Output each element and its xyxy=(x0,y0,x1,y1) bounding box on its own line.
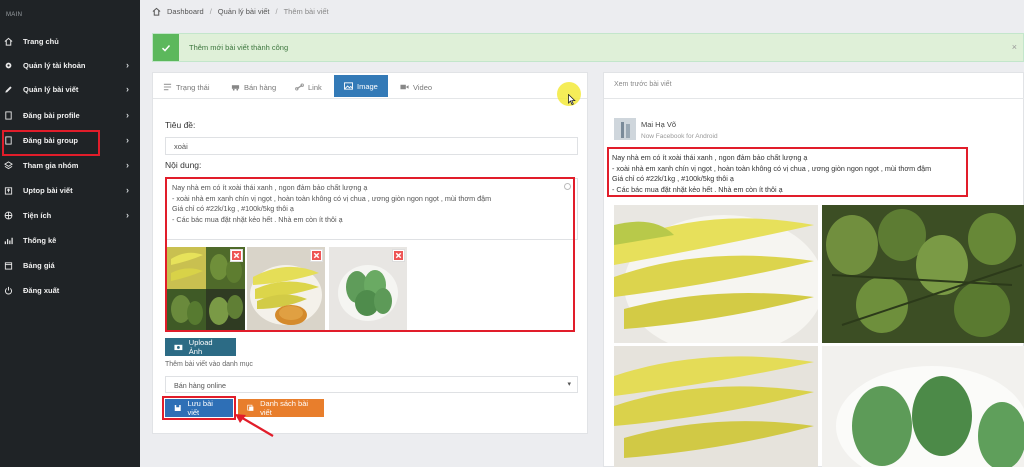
sidebar-item-group-post[interactable]: Đăng bài group › xyxy=(0,129,140,156)
annotation-arrow-icon xyxy=(235,414,274,437)
chevron-right-icon: › xyxy=(126,185,129,195)
chevron-right-icon: › xyxy=(126,110,129,120)
breadcrumb-dashboard[interactable]: Dashboard xyxy=(167,7,204,16)
chevron-right-icon: › xyxy=(126,135,129,145)
caret-down-icon: ▾ xyxy=(567,381,571,388)
sidebar-item-profile-post[interactable]: Đăng bài profile › xyxy=(0,104,140,126)
sidebar-item-utilities[interactable]: Tiện ích › xyxy=(0,204,140,226)
title-input[interactable]: xoài xyxy=(165,137,578,155)
sidebar-item-label: Trang chủ xyxy=(23,36,59,46)
breadcrumb: Dashboard / Quản lý bài viết / Thêm bài … xyxy=(152,5,329,17)
home-icon xyxy=(3,36,13,46)
title-label: Tiêu đề: xyxy=(165,120,196,130)
upload-image-button[interactable]: Upload Ảnh xyxy=(165,338,236,356)
sidebar-item-join-group[interactable]: Tham gia nhóm › xyxy=(0,154,140,176)
avatar xyxy=(614,118,636,140)
document-icon xyxy=(3,110,13,120)
sidebar-item-account[interactable]: Quản lý tài khoản › xyxy=(0,54,140,76)
chevron-right-icon: › xyxy=(126,160,129,170)
power-icon xyxy=(3,285,13,295)
mouse-pointer-icon xyxy=(568,94,576,105)
post-form-panel: Trạng thái Bán hàng Link Image Video Tiê… xyxy=(152,72,588,434)
tab-image[interactable]: Image xyxy=(334,75,388,97)
status-icon xyxy=(163,83,172,91)
content-label: Nội dung: xyxy=(165,160,202,170)
sidebar: MAIN Trang chủ Quản lý tài khoản › Quản … xyxy=(0,0,140,467)
upload-icon xyxy=(3,185,13,195)
success-alert: Thêm mới bài viết thành công × xyxy=(152,33,1024,62)
tab-video[interactable]: Video xyxy=(400,77,432,97)
sidebar-item-stats[interactable]: Thống kê xyxy=(0,229,140,251)
sidebar-item-label: Quản lý bài viết xyxy=(23,84,79,94)
preview-title: Xem trước bài viết xyxy=(604,73,1024,99)
preview-meta: Now Facebook for Android xyxy=(641,133,718,140)
home-icon xyxy=(152,7,161,16)
sidebar-item-label: Đăng xuất xyxy=(23,285,60,295)
sidebar-item-uptop[interactable]: Uptop bài viết › xyxy=(0,179,140,201)
car-icon xyxy=(231,85,240,91)
globe-icon xyxy=(3,210,13,220)
sidebar-item-label: Bảng giá xyxy=(23,260,55,270)
sidebar-section-label: MAIN xyxy=(6,12,23,18)
alert-message: Thêm mới bài viết thành công xyxy=(189,43,289,52)
breadcrumb-current: Thêm bài viết xyxy=(283,6,329,16)
preview-photo xyxy=(822,205,1024,343)
sidebar-item-posts[interactable]: Quản lý bài viết › xyxy=(0,78,140,100)
layers-icon xyxy=(3,160,13,170)
sidebar-item-home[interactable]: Trang chủ xyxy=(0,30,140,52)
link-icon xyxy=(295,83,304,91)
post-type-tabs: Trạng thái Bán hàng Link Image Video xyxy=(153,73,587,99)
check-icon xyxy=(153,34,179,61)
category-label: Thêm bài viết vào danh mục xyxy=(165,361,253,368)
preview-author: Mai Hạ Võ xyxy=(641,120,677,129)
gear-icon xyxy=(3,60,13,70)
annotation-box xyxy=(607,147,968,197)
chart-icon xyxy=(3,235,13,245)
tab-link[interactable]: Link xyxy=(295,77,322,97)
sidebar-item-label: Tiện ích xyxy=(23,210,52,220)
sidebar-item-label: Đăng bài group xyxy=(23,135,78,145)
calendar-icon xyxy=(3,260,13,270)
sidebar-item-label: Đăng bài profile xyxy=(23,110,80,120)
close-icon[interactable]: × xyxy=(1012,42,1017,52)
chevron-right-icon: › xyxy=(126,210,129,220)
sidebar-item-logout[interactable]: Đăng xuất xyxy=(0,279,140,301)
tab-sales[interactable]: Bán hàng xyxy=(231,77,276,97)
post-preview-panel: Xem trước bài viết Mai Hạ Võ Now Faceboo… xyxy=(603,72,1024,467)
sidebar-item-pricing[interactable]: Bảng giá xyxy=(0,254,140,276)
camera-icon xyxy=(174,344,183,351)
chevron-right-icon: › xyxy=(126,84,129,94)
tab-status[interactable]: Trạng thái xyxy=(163,77,210,97)
sidebar-item-label: Thống kê xyxy=(23,235,57,245)
copy-icon xyxy=(247,404,254,411)
category-select[interactable]: Bán hàng online ▾ xyxy=(165,376,578,393)
document-icon xyxy=(3,135,13,145)
annotation-box xyxy=(165,177,575,332)
sidebar-item-label: Tham gia nhóm xyxy=(23,160,79,170)
annotation-box xyxy=(162,396,236,420)
preview-photo xyxy=(614,205,818,343)
chevron-right-icon: › xyxy=(126,60,129,70)
preview-photo xyxy=(822,346,1024,467)
video-icon xyxy=(400,84,409,90)
preview-photo xyxy=(614,346,818,467)
image-icon xyxy=(344,82,353,90)
sidebar-item-label: Quản lý tài khoản xyxy=(23,60,86,70)
pencil-icon xyxy=(3,84,13,94)
sidebar-item-label: Uptop bài viết xyxy=(23,185,73,195)
breadcrumb-posts[interactable]: Quản lý bài viết xyxy=(218,7,270,16)
